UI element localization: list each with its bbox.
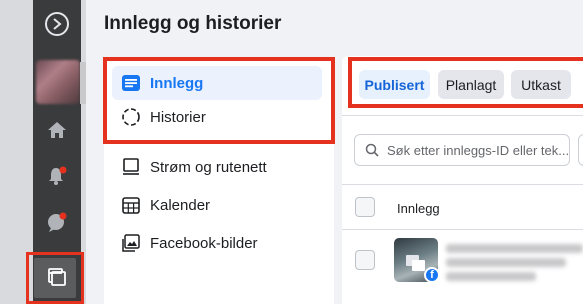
redacted-post-text	[446, 258, 566, 267]
meta-logo-icon[interactable]	[33, 6, 81, 42]
notifications-icon[interactable]	[33, 158, 81, 194]
divider	[342, 115, 583, 116]
multi-photo-icon	[406, 255, 425, 271]
calendar-icon	[120, 194, 142, 216]
divider	[342, 184, 583, 185]
select-all-checkbox[interactable]	[355, 197, 375, 217]
home-icon[interactable]	[33, 112, 81, 148]
avatar-edge	[80, 62, 86, 104]
sidebar-item-label: Strøm og rutenett	[150, 158, 267, 176]
tabs-highlight-box	[348, 57, 583, 108]
rail-highlight-box	[26, 252, 84, 304]
messages-icon[interactable]	[33, 204, 81, 240]
redacted-post-text	[446, 272, 536, 281]
search-input[interactable]: Søk etter innleggs-ID eller tek...	[354, 134, 570, 166]
feed-grid-icon	[120, 156, 142, 178]
search-placeholder: Søk etter innleggs-ID eller tek...	[387, 142, 570, 158]
row-checkbox[interactable]	[355, 250, 375, 270]
tabs-highlight-box-edge	[578, 57, 583, 108]
sidebar-item-label: Facebook-bilder	[150, 234, 258, 252]
column-header-innlegg: Innlegg	[397, 201, 440, 216]
filter-button[interactable]	[578, 134, 583, 166]
sidebar-highlight-box	[103, 57, 335, 144]
facebook-badge-icon: f	[424, 267, 440, 283]
sidebar-item-facebook-bilder[interactable]: Facebook-bilder	[112, 226, 322, 260]
sidebar-item-label: Kalender	[150, 196, 211, 214]
divider	[342, 229, 583, 230]
sidebar-item-kalender[interactable]: Kalender	[112, 188, 322, 222]
redacted-post-text	[446, 244, 583, 253]
search-icon	[365, 143, 379, 157]
avatar[interactable]	[36, 60, 80, 104]
sidebar-item-strom-og-rutenett[interactable]: Strøm og rutenett	[112, 150, 322, 184]
photos-icon	[120, 232, 142, 254]
page-title: Innlegg og historier	[104, 13, 282, 34]
